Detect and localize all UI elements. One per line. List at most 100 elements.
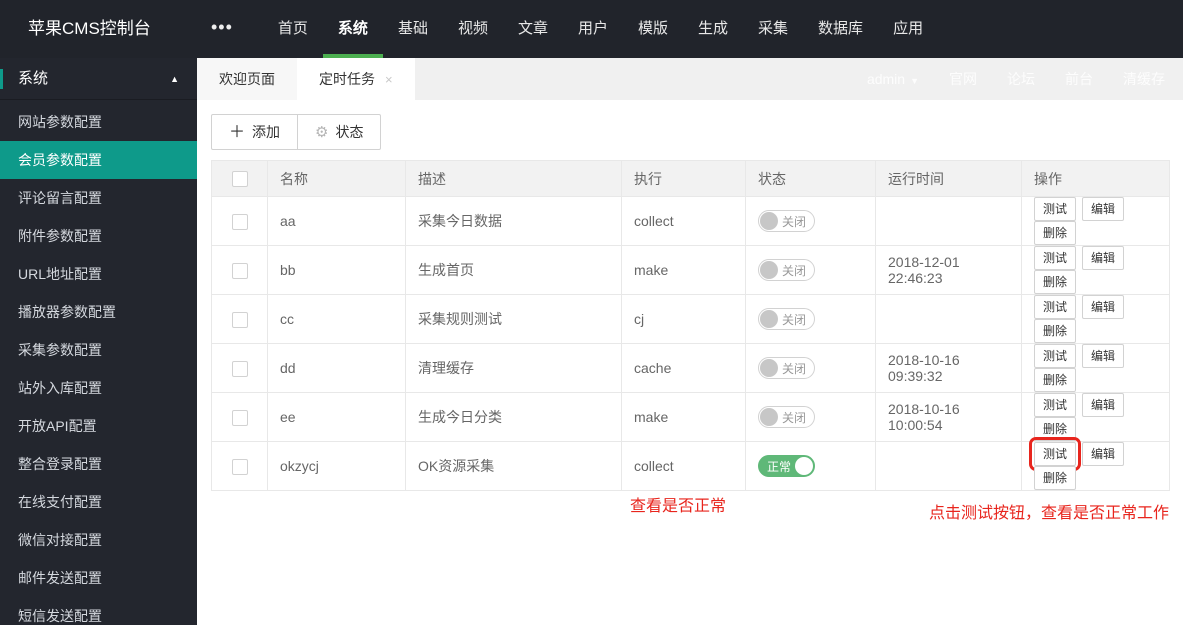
- row-checkbox[interactable]: [231, 360, 248, 377]
- edit-button[interactable]: 编辑: [1082, 344, 1125, 368]
- sidebar-item[interactable]: 播放器参数配置: [0, 293, 197, 331]
- topbar-nav-item[interactable]: 应用: [878, 0, 938, 58]
- toggle-knob-icon: [760, 310, 778, 328]
- cell-name: okzycj: [267, 441, 406, 491]
- edit-button[interactable]: 编辑: [1082, 246, 1125, 270]
- sidebar-group-system[interactable]: 系统 ▲: [0, 58, 197, 100]
- topbar-nav-item[interactable]: 采集: [743, 0, 803, 58]
- topbar-nav-item[interactable]: 用户: [563, 0, 623, 58]
- cell-actions: 测试 编辑删除: [1021, 343, 1170, 393]
- cell-actions: 测试 编辑删除: [1021, 437, 1170, 491]
- sidebar-item[interactable]: 整合登录配置: [0, 445, 197, 483]
- status-toggle[interactable]: 正常: [758, 455, 816, 477]
- test-button[interactable]: 测试: [1034, 295, 1077, 319]
- sidebar-item[interactable]: 附件参数配置: [0, 217, 197, 255]
- test-button[interactable]: 测试: [1028, 437, 1082, 471]
- user-link[interactable]: 前台: [1065, 69, 1093, 89]
- user-link[interactable]: 官网: [949, 69, 977, 89]
- status-toggle-label: 关闭: [782, 214, 807, 229]
- cell-status: 正常: [745, 441, 876, 491]
- sidebar-item[interactable]: 站外入库配置: [0, 369, 197, 407]
- status-toggle[interactable]: 关闭: [758, 406, 816, 428]
- status-button[interactable]: ⚙ 状态: [297, 114, 382, 150]
- status-toggle[interactable]: 关闭: [758, 357, 816, 379]
- row-checkbox[interactable]: [231, 262, 248, 279]
- status-toggle-label: 关闭: [782, 410, 807, 425]
- test-button[interactable]: 测试: [1034, 246, 1077, 270]
- tab-item[interactable]: 欢迎页面: [197, 58, 297, 100]
- topbar-nav-item[interactable]: 基础: [383, 0, 443, 58]
- cell-runtime: [875, 294, 1022, 344]
- topbar-nav-item[interactable]: 生成: [683, 0, 743, 58]
- user-link[interactable]: 论坛: [1007, 69, 1035, 89]
- sidebar-item[interactable]: 在线支付配置: [0, 483, 197, 521]
- cell-runtime: 2018-10-16 09:39:32: [875, 343, 1022, 393]
- row-checkbox[interactable]: [231, 409, 248, 426]
- toggle-knob-icon: [760, 359, 778, 377]
- main-area: 欢迎页面 定时任务 × admin ▼ 官网 论坛 前台 清缓存 ＋添加 ⚙ 状态 名称 描述: [197, 58, 1183, 625]
- tab-close-icon[interactable]: ×: [385, 72, 393, 87]
- sidebar-item[interactable]: 评论留言配置: [0, 179, 197, 217]
- sidebar-item[interactable]: 短信发送配置: [0, 597, 197, 635]
- row-checkbox[interactable]: [231, 311, 248, 328]
- table-row: cc 采集规则测试 cj 关闭 测试 编辑删除: [211, 294, 1170, 344]
- plus-icon: ＋: [229, 124, 246, 141]
- edit-button[interactable]: 编辑: [1082, 393, 1125, 417]
- sidebar-item[interactable]: 开放API配置: [0, 407, 197, 445]
- cell-runtime: [875, 441, 1022, 491]
- cell-actions: 测试 编辑删除: [1021, 245, 1170, 295]
- status-toggle[interactable]: 关闭: [758, 259, 816, 281]
- column-header-status: 状态: [745, 160, 876, 197]
- status-toggle[interactable]: 关闭: [758, 210, 816, 232]
- edit-button[interactable]: 编辑: [1082, 295, 1125, 319]
- cell-status: 关闭: [745, 392, 876, 442]
- edit-button[interactable]: 编辑: [1082, 197, 1125, 221]
- cell-name: ee: [267, 392, 406, 442]
- sidebar-item[interactable]: 微信对接配置: [0, 521, 197, 559]
- delete-button[interactable]: 删除: [1034, 319, 1077, 343]
- sidebar-menu: 网站参数配置 会员参数配置 评论留言配置 附件参数配置 URL地址配置 播放器参数配置 采集…: [0, 100, 197, 635]
- user-link[interactable]: 清缓存: [1123, 69, 1165, 89]
- topbar-nav-item[interactable]: 系统: [322, 0, 383, 58]
- sidebar: 系统 ▲ 网站参数配置 会员参数配置 评论留言配置 附件参数配置 URL地址配置 播放器参…: [0, 58, 197, 625]
- row-checkbox[interactable]: [231, 213, 248, 230]
- delete-button[interactable]: 删除: [1034, 466, 1077, 490]
- delete-button[interactable]: 删除: [1034, 417, 1077, 441]
- cell-name: aa: [267, 196, 406, 246]
- table-body: aa 采集今日数据 collect 关闭 测试 编辑删除 bb 生成首页 make 关闭 2018-…: [211, 196, 1170, 491]
- topbar-nav-item[interactable]: 视频: [443, 0, 503, 58]
- collapse-menu-icon[interactable]: •••: [197, 0, 247, 58]
- user-dropdown[interactable]: admin ▼: [867, 71, 919, 87]
- row-checkbox[interactable]: [231, 458, 248, 475]
- sidebar-item[interactable]: 邮件发送配置: [0, 559, 197, 597]
- topbar-nav-item[interactable]: 模版: [623, 0, 683, 58]
- delete-button[interactable]: 删除: [1034, 270, 1077, 294]
- sidebar-item[interactable]: URL地址配置: [0, 255, 197, 293]
- annotation-check-status: 查看是否正常: [630, 498, 727, 515]
- cell-actions: 测试 编辑删除: [1021, 196, 1170, 246]
- edit-button[interactable]: 编辑: [1082, 442, 1125, 466]
- test-button[interactable]: 测试: [1034, 393, 1077, 417]
- delete-button[interactable]: 删除: [1034, 221, 1077, 245]
- topbar-nav: 首页 系统 基础 视频 文章 用户 模版 生成 采集 数据库 应用: [263, 0, 938, 58]
- sidebar-item[interactable]: 网站参数配置: [0, 103, 197, 141]
- cell-actions: 测试 编辑删除: [1021, 392, 1170, 442]
- column-header-runtime: 运行时间: [875, 160, 1022, 197]
- test-button[interactable]: 测试: [1034, 197, 1077, 221]
- sidebar-item[interactable]: 采集参数配置: [0, 331, 197, 369]
- table-row: ee 生成今日分类 make 关闭 2018-10-16 10:00:54 测试 编辑删除: [211, 392, 1170, 442]
- test-button[interactable]: 测试: [1034, 344, 1077, 368]
- select-all-checkbox[interactable]: [231, 171, 248, 188]
- add-button[interactable]: ＋添加: [211, 114, 299, 150]
- topbar-nav-item[interactable]: 数据库: [803, 0, 878, 58]
- topbar-nav-item[interactable]: 首页: [263, 0, 323, 58]
- topbar-nav-item[interactable]: 文章: [503, 0, 563, 58]
- tasks-table: 名称 描述 执行 状态 运行时间 操作 aa 采集今日数据 collect 关闭 测试编…: [211, 160, 1170, 491]
- column-header-actions: 操作: [1021, 160, 1170, 197]
- table-row: dd 清理缓存 cache 关闭 2018-10-16 09:39:32 测试 编辑删除: [211, 343, 1170, 393]
- status-toggle[interactable]: 关闭: [758, 308, 816, 330]
- sidebar-item[interactable]: 会员参数配置: [0, 141, 197, 179]
- table-row: aa 采集今日数据 collect 关闭 测试 编辑删除: [211, 196, 1170, 246]
- tab-active[interactable]: 定时任务 ×: [297, 58, 415, 100]
- delete-button[interactable]: 删除: [1034, 368, 1077, 392]
